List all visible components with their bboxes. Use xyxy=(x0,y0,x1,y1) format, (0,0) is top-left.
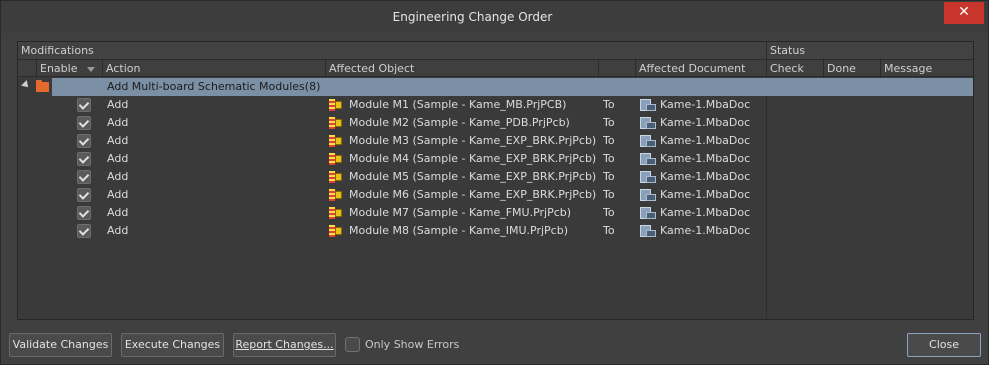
affected-object-cell: Module M6 (Sample - Kame_EXP_BRK.PrjPcb) xyxy=(349,188,597,201)
affected-document-cell: Kame-1.MbaDoc xyxy=(660,224,751,237)
module-icon xyxy=(329,135,343,147)
enable-checkbox[interactable] xyxy=(77,170,91,184)
affected-document-column-header[interactable]: Affected Document xyxy=(636,60,766,76)
group-row[interactable]: Add Multi-board Schematic Modules(8) xyxy=(18,78,973,96)
enable-column-header[interactable]: Enable xyxy=(37,60,101,76)
report-changes-label: Report Changes... xyxy=(235,338,334,351)
affected-object-column-header[interactable]: Affected Object xyxy=(326,60,598,76)
affected-object-cell: Module M5 (Sample - Kame_EXP_BRK.PrjPcb) xyxy=(349,170,597,183)
affected-document-cell: Kame-1.MbaDoc xyxy=(660,98,751,111)
affected-document-cell: Kame-1.MbaDoc xyxy=(660,152,751,165)
close-window-button[interactable]: ✕ xyxy=(944,2,984,24)
action-cell: Add xyxy=(107,224,129,237)
check-column-header[interactable]: Check xyxy=(767,60,823,76)
group-label: Add Multi-board Schematic Modules(8) xyxy=(107,80,321,93)
to-cell: To xyxy=(603,206,615,219)
enable-checkbox[interactable] xyxy=(77,206,91,220)
multiboard-doc-icon xyxy=(640,99,656,111)
to-cell: To xyxy=(603,170,615,183)
table-row[interactable]: Add Module M5 (Sample - Kame_EXP_BRK.Prj… xyxy=(18,168,973,186)
affected-document-cell: Kame-1.MbaDoc xyxy=(660,170,751,183)
close-button[interactable]: Close xyxy=(907,333,981,357)
action-cell: Add xyxy=(107,152,129,165)
multiboard-doc-icon xyxy=(640,117,656,129)
action-column-header[interactable]: Action xyxy=(103,60,325,76)
affected-object-cell: Module M1 (Sample - Kame_MB.PrjPCB) xyxy=(349,98,567,111)
enable-checkbox[interactable] xyxy=(77,134,91,148)
affected-object-cell: Module M8 (Sample - Kame_IMU.PrjPcb) xyxy=(349,224,568,237)
module-icon xyxy=(329,207,343,219)
affected-document-cell: Kame-1.MbaDoc xyxy=(660,206,751,219)
modifications-group-header: Modifications xyxy=(21,44,94,57)
multiboard-doc-icon xyxy=(640,135,656,147)
enable-checkbox[interactable] xyxy=(77,188,91,202)
enable-checkbox[interactable] xyxy=(77,152,91,166)
action-cell: Add xyxy=(107,170,129,183)
grid-body: Add Multi-board Schematic Modules(8) Add… xyxy=(18,78,973,319)
eco-dialog: Engineering Change Order ✕ Modifications… xyxy=(0,0,989,365)
action-cell: Add xyxy=(107,98,129,111)
to-cell: To xyxy=(603,116,615,129)
action-cell: Add xyxy=(107,206,129,219)
module-icon xyxy=(329,153,343,165)
table-row[interactable]: Add Module M2 (Sample - Kame_PDB.PrjPcb)… xyxy=(18,114,973,132)
affected-document-cell: Kame-1.MbaDoc xyxy=(660,188,751,201)
table-row[interactable]: Add Module M7 (Sample - Kame_FMU.PrjPcb)… xyxy=(18,204,973,222)
multiboard-doc-icon xyxy=(640,225,656,237)
only-show-errors-checkbox[interactable] xyxy=(345,337,360,352)
affected-object-cell: Module M4 (Sample - Kame_EXP_BRK.PrjPcb) xyxy=(349,152,597,165)
enable-checkbox[interactable] xyxy=(77,116,91,130)
affected-object-cell: Module M7 (Sample - Kame_FMU.PrjPcb) xyxy=(349,206,572,219)
multiboard-doc-icon xyxy=(640,153,656,165)
table-row[interactable]: Add Module M3 (Sample - Kame_EXP_BRK.Prj… xyxy=(18,132,973,150)
module-icon xyxy=(329,225,343,237)
status-group-header: Status xyxy=(770,44,806,57)
multiboard-doc-icon xyxy=(640,189,656,201)
module-icon xyxy=(329,117,343,129)
module-icon xyxy=(329,189,343,201)
dialog-title: Engineering Change Order xyxy=(392,10,553,24)
changes-grid: Modifications Status Enable Action Affec… xyxy=(17,41,974,320)
multiboard-doc-icon xyxy=(640,171,656,183)
message-column-header[interactable]: Message xyxy=(881,60,973,76)
affected-document-cell: Kame-1.MbaDoc xyxy=(660,134,751,147)
affected-document-cell: Kame-1.MbaDoc xyxy=(660,116,751,129)
column-header-row: Enable Action Affected Object Affected D… xyxy=(18,60,973,77)
group-header-row: Modifications Status xyxy=(18,42,973,60)
action-cell: Add xyxy=(107,116,129,129)
enable-checkbox[interactable] xyxy=(77,224,91,238)
to-cell: To xyxy=(603,152,615,165)
action-cell: Add xyxy=(107,188,129,201)
only-show-errors-label[interactable]: Only Show Errors xyxy=(365,338,459,351)
enable-checkbox[interactable] xyxy=(77,98,91,112)
close-icon: ✕ xyxy=(958,4,970,20)
to-cell: To xyxy=(603,134,615,147)
affected-object-cell: Module M2 (Sample - Kame_PDB.PrjPcb) xyxy=(349,116,570,129)
table-row[interactable]: Add Module M6 (Sample - Kame_EXP_BRK.Prj… xyxy=(18,186,973,204)
module-icon xyxy=(329,171,343,183)
module-icon xyxy=(329,99,343,111)
action-cell: Add xyxy=(107,134,129,147)
to-cell: To xyxy=(603,98,615,111)
report-changes-button[interactable]: Report Changes... xyxy=(233,333,336,357)
validate-changes-button[interactable]: Validate Changes xyxy=(9,333,112,357)
multiboard-doc-icon xyxy=(640,207,656,219)
table-row[interactable]: Add Module M8 (Sample - Kame_IMU.PrjPcb)… xyxy=(18,222,973,240)
done-column-header[interactable]: Done xyxy=(824,60,880,76)
title-bar: Engineering Change Order ✕ xyxy=(1,1,988,33)
to-cell: To xyxy=(603,188,615,201)
table-row[interactable]: Add Module M1 (Sample - Kame_MB.PrjPCB) … xyxy=(18,96,973,114)
to-cell: To xyxy=(603,224,615,237)
table-row[interactable]: Add Module M4 (Sample - Kame_EXP_BRK.Prj… xyxy=(18,150,973,168)
folder-icon xyxy=(36,80,49,92)
execute-changes-button[interactable]: Execute Changes xyxy=(121,333,224,357)
sort-arrow-icon xyxy=(87,66,96,72)
affected-object-cell: Module M3 (Sample - Kame_EXP_BRK.PrjPcb) xyxy=(349,134,597,147)
enable-header-label: Enable xyxy=(40,62,78,75)
